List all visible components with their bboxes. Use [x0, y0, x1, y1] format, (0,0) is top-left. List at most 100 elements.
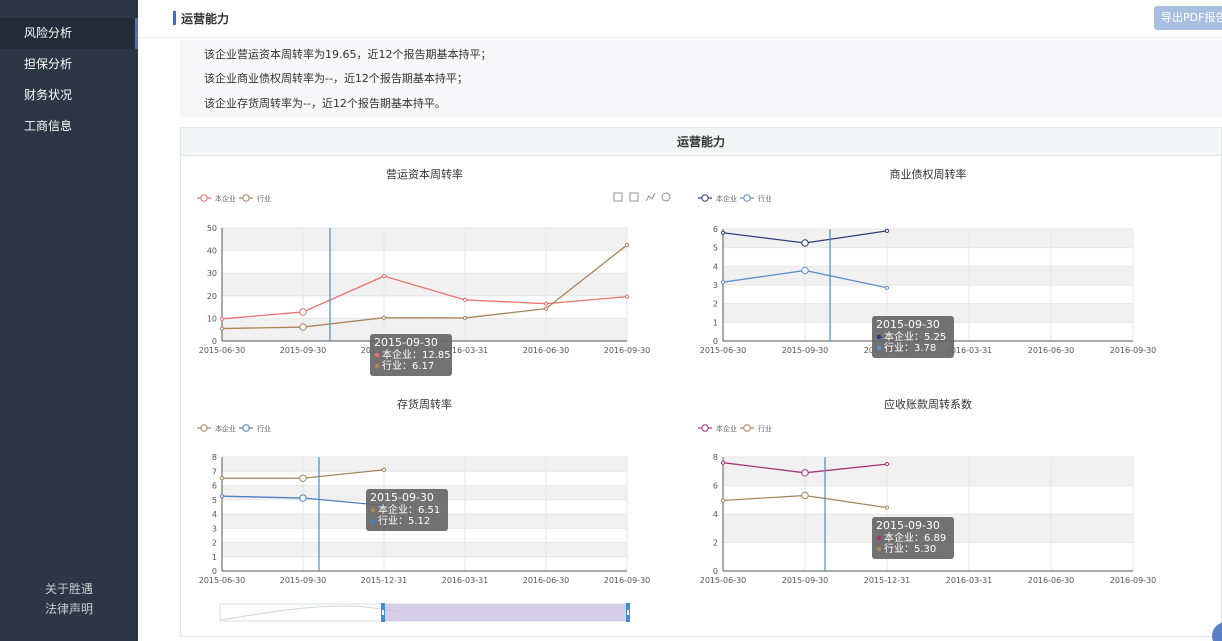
data-point	[801, 469, 809, 477]
y-tick-label: 20	[207, 292, 217, 301]
tooltip-marker	[370, 507, 376, 513]
y-tick-label: 0	[212, 567, 217, 576]
tooltip-date: 2015-09-30	[876, 318, 940, 331]
x-tick-label: 2015-09-30	[280, 346, 327, 355]
legend-label: 本企业	[215, 194, 236, 203]
y-tick-label: 50	[207, 224, 217, 233]
x-tick-label: 2015-12-31	[864, 576, 911, 585]
y-tick-label: 6	[212, 482, 217, 491]
chart-band	[723, 457, 1133, 486]
x-tick-label: 2016-09-30	[604, 346, 651, 355]
chart-band	[723, 266, 1133, 285]
x-tick-label: 2015-09-30	[782, 346, 829, 355]
chart-band	[222, 457, 627, 472]
x-tick-label: 2016-09-30	[1110, 346, 1157, 355]
legend-label: 本企业	[716, 194, 737, 203]
legend-marker	[743, 424, 751, 432]
line-chart-icon[interactable]	[645, 192, 656, 202]
x-tick-label: 2016-03-31	[442, 576, 489, 585]
y-tick-label: 8	[713, 453, 718, 462]
data-point	[381, 467, 387, 472]
y-tick-label: 6	[713, 225, 718, 234]
y-tick-label: 2	[212, 539, 217, 548]
charts-canvas: 010203040502015-06-302015-09-302015-12-3…	[197, 167, 1222, 641]
x-tick-label: 2015-06-30	[199, 346, 246, 355]
tooltip-line: 行业：5.12	[378, 514, 430, 527]
data-point	[801, 491, 809, 500]
chart-3: 0 1 2 3 4 5 6 7 8 2015-06-30 2015-09-30 2015-12-31 2…	[197, 397, 650, 585]
tooltip-line: 本企业：5.25	[884, 330, 946, 343]
chart-band	[723, 229, 1133, 248]
x-tick-label: 2015-09-30	[280, 576, 327, 585]
legend-label: 行业	[257, 424, 271, 433]
y-tick-label: 3	[212, 524, 217, 533]
data-point	[801, 266, 809, 275]
chart-1: 010203040502015-06-302015-09-302015-12-3…	[197, 167, 671, 376]
tooltip-date: 2015-09-30	[370, 491, 434, 504]
tooltip-marker	[876, 345, 882, 351]
y-tick-label: 30	[207, 269, 217, 278]
zoom-icon[interactable]	[613, 192, 623, 202]
data-point	[720, 498, 726, 503]
chart-title: 营运资本周转率	[386, 167, 463, 181]
data-point	[462, 315, 468, 321]
y-tick-label: 4	[212, 510, 217, 519]
icon-shape	[613, 192, 623, 202]
restore-icon[interactable]	[661, 192, 671, 202]
tooltip-marker	[370, 518, 376, 524]
data-zoom-slider[interactable]	[219, 603, 630, 622]
x-tick-label: 2015-06-30	[199, 576, 246, 585]
y-tick-label: 0	[713, 567, 718, 576]
data-point	[884, 285, 890, 290]
chart-band	[723, 247, 1133, 267]
icon-shape	[661, 192, 671, 202]
zoom-handle-grip	[627, 610, 629, 615]
y-tick-label: 0	[713, 337, 718, 346]
legend-marker	[242, 424, 250, 432]
legend-label: 行业	[758, 194, 772, 203]
icon-shape	[629, 192, 639, 202]
floating-action-button	[1212, 622, 1222, 641]
zoom-reset-icon[interactable]	[629, 192, 639, 202]
y-tick-label: 2	[713, 300, 718, 309]
tooltip-marker	[876, 546, 882, 552]
y-tick-label: 3	[713, 281, 718, 290]
x-tick-label: 2016-06-30	[1028, 346, 1075, 355]
chart-band	[723, 485, 1133, 514]
x-tick-label: 2015-06-30	[700, 576, 747, 585]
tooltip-line: 本企业：6.51	[378, 503, 440, 516]
chart-band	[723, 285, 1133, 304]
y-tick-label: 40	[207, 247, 217, 256]
data-point	[543, 301, 549, 306]
y-tick-label: 7	[212, 467, 217, 476]
data-point	[299, 494, 307, 502]
x-tick-label: 2016-09-30	[1110, 576, 1157, 585]
x-tick-label: 2016-03-31	[946, 576, 993, 585]
legend-marker	[701, 194, 709, 202]
chart-2: 01234562015-06-302015-09-302015-12-31201…	[698, 167, 1156, 358]
tooltip-line: 行业：3.78	[884, 341, 936, 354]
y-tick-label: 0	[212, 337, 217, 346]
tooltip-date: 2015-09-30	[374, 336, 438, 349]
x-tick-label: 2015-12-31	[361, 576, 408, 585]
tooltip-line: 行业：5.30	[884, 542, 936, 555]
data-point	[884, 505, 890, 510]
tooltip-line: 本企业：12.85	[382, 348, 451, 361]
y-tick-label: 2	[713, 539, 718, 548]
zoom-handle-grip	[382, 610, 384, 615]
data-point	[381, 315, 387, 320]
legend-label: 本企业	[215, 424, 236, 433]
y-tick-label: 10	[207, 314, 217, 323]
data-point	[624, 242, 630, 248]
y-tick-label: 5	[713, 244, 718, 253]
zoom-selected-range	[383, 604, 628, 621]
chart-title: 存货周转率	[397, 397, 452, 411]
data-point	[219, 494, 225, 499]
chart-band	[222, 542, 627, 557]
legend-label: 行业	[257, 194, 271, 203]
chart-title: 商业债权周转率	[890, 167, 967, 181]
tooltip-marker	[876, 535, 882, 541]
tooltip-marker	[374, 352, 380, 358]
x-tick-label: 2016-09-30	[604, 576, 651, 585]
data-point	[462, 297, 468, 302]
